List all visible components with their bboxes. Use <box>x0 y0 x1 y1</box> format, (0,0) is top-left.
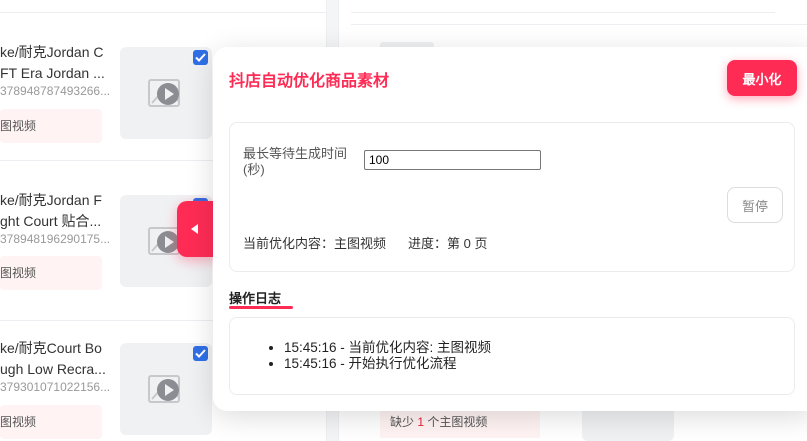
log-entry: 15:45:16 - 当前优化内容: 主图视频 <box>284 340 491 356</box>
card-divider <box>351 24 807 25</box>
select-checkbox[interactable] <box>193 346 208 361</box>
missing-video-tag: 图视频 <box>0 109 102 143</box>
pause-button[interactable]: 暂停 <box>727 187 783 223</box>
max-wait-label: 最长等待生成时间(秒) <box>243 146 348 177</box>
product-id: 379301071022156... <box>0 380 111 394</box>
log-list: 15:45:16 - 当前优化内容: 主图视频 15:45:16 - 开始执行优… <box>230 340 491 372</box>
card-divider <box>351 12 775 13</box>
settings-box: 最长等待生成时间(秒) 暂停 当前优化内容：主图视频 进度：第 0 页 <box>229 122 795 272</box>
panel-title: 抖店自动优化商品素材 <box>229 73 390 90</box>
tag-count: 1 <box>417 415 425 429</box>
current-content-status: 当前优化内容：主图视频 <box>243 236 387 251</box>
product-title-line2: ght Court 贴合... <box>0 213 102 229</box>
tag-suffix: 个主图视频 <box>427 415 488 429</box>
log-entry: 15:45:16 - 开始执行优化流程 <box>284 356 491 372</box>
auto-optimize-panel: 抖店自动优化商品素材 最小化 最长等待生成时间(秒) 暂停 当前优化内容：主图视… <box>213 47 807 411</box>
checkmark-icon <box>195 349 206 358</box>
card-divider <box>0 12 326 13</box>
log-title: 操作日志 <box>229 291 282 306</box>
log-box: 15:45:16 - 当前优化内容: 主图视频 15:45:16 - 开始执行优… <box>229 317 795 395</box>
status-line: 当前优化内容：主图视频 进度：第 0 页 <box>243 233 487 252</box>
caret-left-icon <box>191 224 198 234</box>
panel-collapse-tab[interactable] <box>177 201 217 257</box>
max-wait-input[interactable] <box>364 150 541 170</box>
product-id: 378948196290175... <box>0 232 111 246</box>
video-placeholder-icon <box>148 375 180 403</box>
tag-prefix: 缺少 <box>390 415 415 429</box>
video-placeholder-icon <box>148 79 180 107</box>
product-id: 378948787493266... <box>0 84 111 98</box>
product-title-line2: FT Era Jordan ... <box>0 65 105 81</box>
minimize-button[interactable]: 最小化 <box>727 60 797 96</box>
progress-status: 进度：第 0 页 <box>408 236 488 251</box>
product-title-line2: ugh Low Recra... <box>0 361 106 377</box>
missing-video-tag: 图视频 <box>0 256 102 290</box>
missing-video-tag: 图视频 <box>0 405 102 439</box>
checkmark-icon <box>195 53 206 62</box>
log-title-underline <box>229 306 293 309</box>
select-checkbox[interactable] <box>193 50 208 65</box>
